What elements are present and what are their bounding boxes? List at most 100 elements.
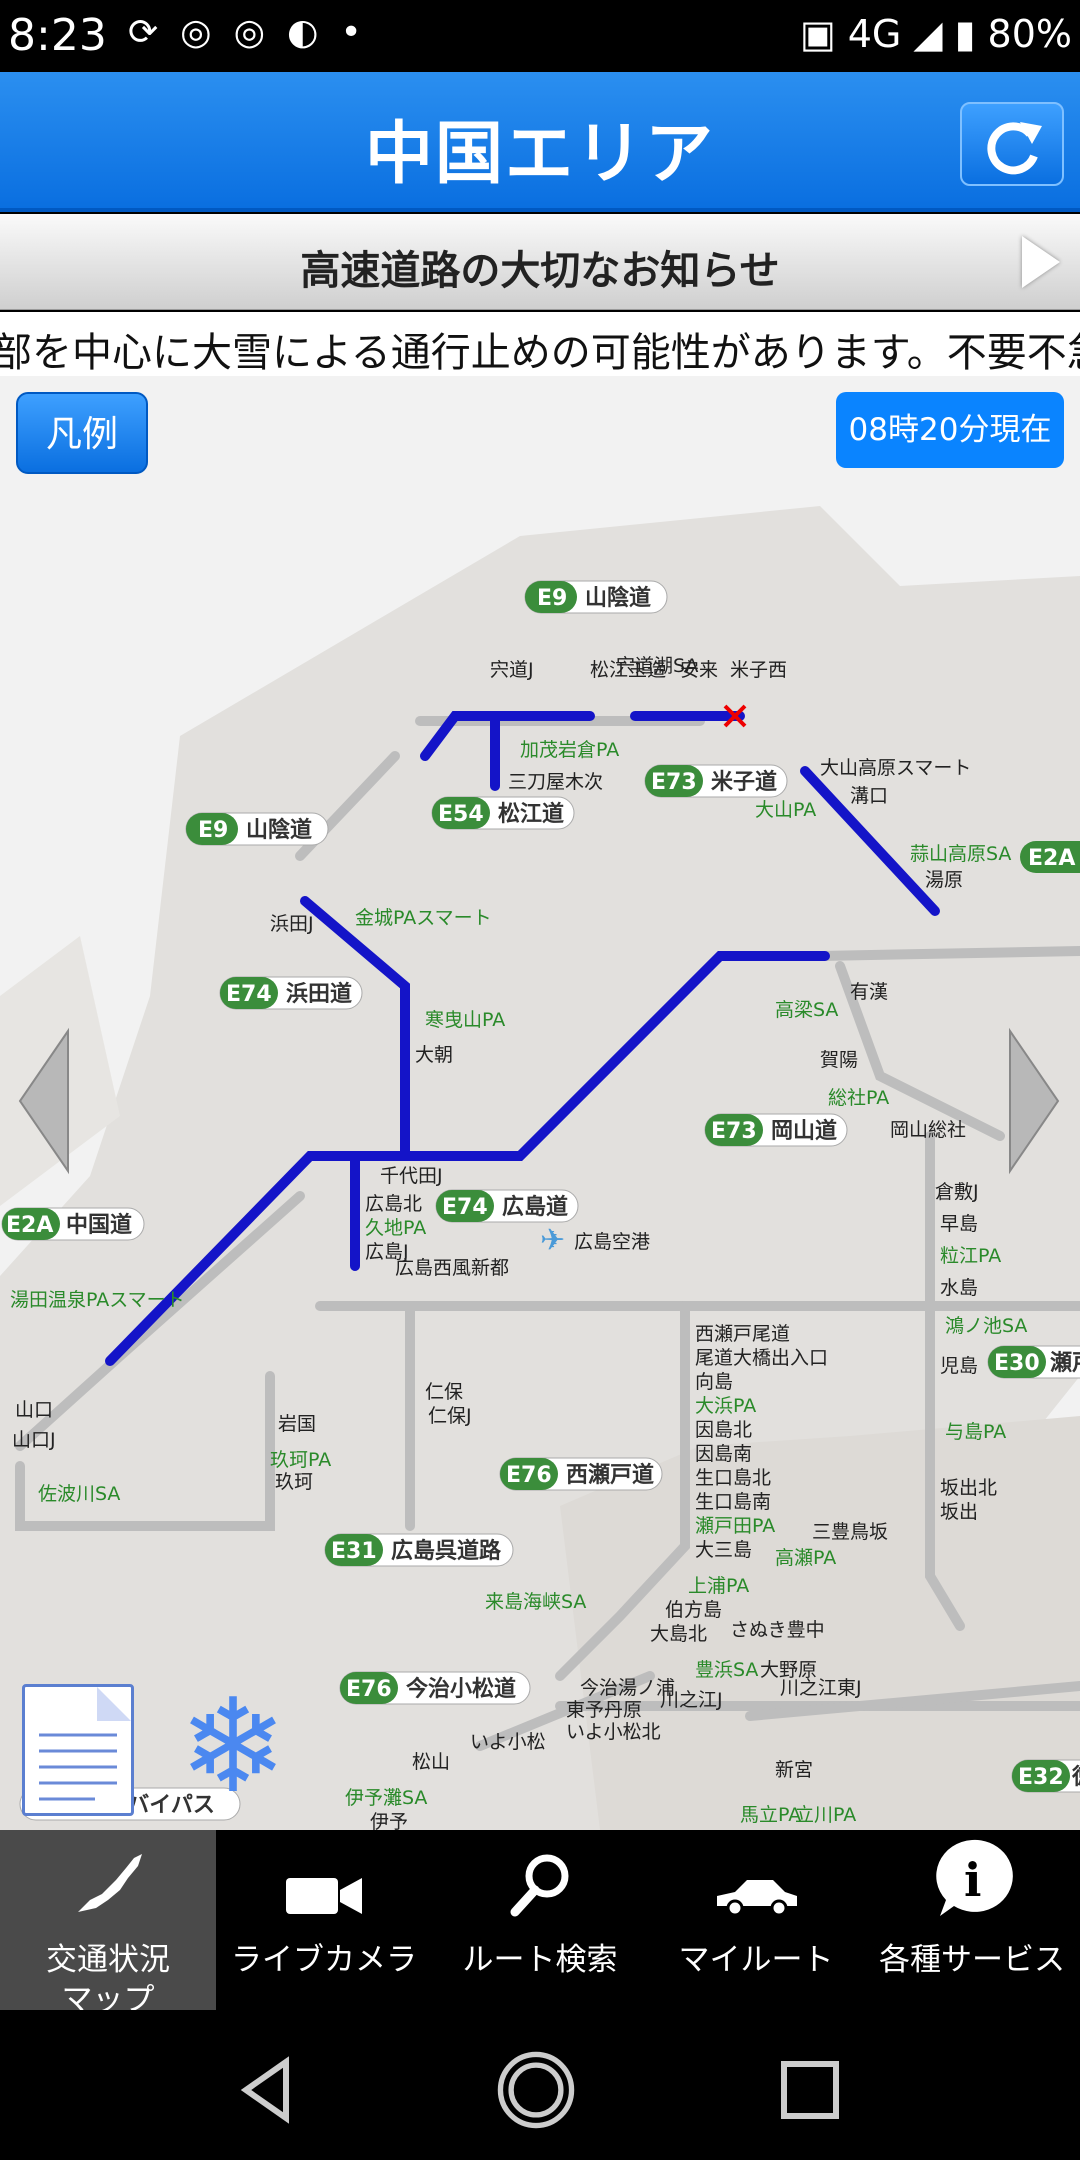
car-icon: [648, 1830, 864, 1920]
instagram-icon: ◎: [180, 12, 212, 53]
svg-text:岡山道: 岡山道: [771, 1118, 837, 1144]
japan-map-icon: [0, 1830, 216, 1920]
magnifier-icon: [432, 1830, 648, 1920]
svg-text:坂出: 坂出: [940, 1501, 978, 1523]
status-time: 8:23: [8, 10, 107, 61]
svg-text:大山高原スマート: 大山高原スマート: [820, 757, 971, 779]
important-notice-banner[interactable]: 高速道路の大切なお知らせ: [0, 214, 1080, 310]
svg-text:寒曳山PA: 寒曳山PA: [425, 1009, 505, 1031]
notification-icons: ⟳ ◎ ◎ ◐ •: [128, 12, 362, 53]
svg-text:E9: E9: [198, 818, 228, 843]
svg-text:倉敷J: 倉敷J: [935, 1181, 979, 1203]
status-bar: 8:23 ⟳ ◎ ◎ ◐ • ▣ 4G ◢ ▮ 80%: [0, 0, 1080, 72]
info-icon: i: [864, 1830, 1080, 1920]
nav-live-camera-label: ライブカメラ: [231, 1942, 417, 1978]
back-icon[interactable]: [228, 2050, 308, 2130]
svg-text:鴻ノ池SA: 鴻ノ池SA: [945, 1315, 1027, 1337]
refresh-button[interactable]: [960, 102, 1064, 186]
svg-text:山口J: 山口J: [12, 1429, 56, 1451]
svg-text:生口島南: 生口島南: [695, 1491, 771, 1513]
svg-text:広島道: 広島道: [502, 1194, 568, 1220]
chevron-right-icon: [1022, 236, 1060, 288]
ticker-text: 部を中心に大雪による通行止めの可能性があります。不要不急: [0, 330, 1080, 376]
svg-text:千代田J: 千代田J: [380, 1165, 443, 1187]
svg-text:湯田温泉PAスマート: 湯田温泉PAスマート: [10, 1289, 185, 1311]
svg-text:E73: E73: [651, 770, 697, 795]
svg-text:広島空港: 広島空港: [574, 1231, 650, 1253]
svg-text:安来: 安来: [680, 659, 718, 681]
svg-text:新宮: 新宮: [775, 1759, 813, 1781]
svg-text:瀬戸田PA: 瀬戸田PA: [695, 1515, 775, 1537]
svg-text:伊予: 伊予: [370, 1811, 408, 1830]
svg-text:早島: 早島: [940, 1213, 978, 1235]
svg-text:浜田道: 浜田道: [286, 981, 352, 1007]
svg-text:高梁SA: 高梁SA: [775, 999, 838, 1021]
svg-text:米子道: 米子道: [711, 769, 777, 795]
nav-live-camera[interactable]: ライブカメラ: [216, 1830, 432, 2010]
page-title: 中国エリア: [364, 115, 715, 194]
snowflake-icon[interactable]: ❄: [168, 1676, 298, 1816]
svg-text:西瀬戸道: 西瀬戸道: [566, 1462, 654, 1488]
battery-level: 80%: [987, 12, 1072, 56]
svg-text:E74: E74: [226, 982, 272, 1007]
svg-text:馬立PA: 馬立PA: [740, 1804, 801, 1826]
svg-text:仁保J: 仁保J: [428, 1405, 472, 1427]
svg-text:山陰道: 山陰道: [246, 817, 312, 843]
svg-text:米子西: 米子西: [730, 659, 787, 681]
svg-text:広島呉道路: 広島呉道路: [391, 1538, 502, 1564]
document-icon[interactable]: [22, 1684, 134, 1816]
update-time-label: 08時20分現在: [836, 392, 1064, 468]
svg-text:瀬戸: 瀬戸: [1050, 1351, 1080, 1376]
svg-text:仁保: 仁保: [425, 1381, 463, 1403]
traffic-map[interactable]: E9 山陰道 E54 松江道 E73 米子道 E9 山陰道 E74 浜田道 E73 岡山道 …: [0, 376, 1080, 1830]
notice-title: 高速道路の大切なお知らせ: [300, 248, 780, 294]
svg-text:立川PA: 立川PA: [795, 1804, 856, 1826]
svg-text:西瀬戸尾道: 西瀬戸尾道: [695, 1323, 790, 1345]
svg-text:E74: E74: [442, 1195, 488, 1220]
home-icon[interactable]: [496, 2050, 576, 2130]
svg-text:溝口: 溝口: [850, 785, 888, 807]
system-navigation-bar: [0, 2010, 1080, 2160]
news-ticker[interactable]: 部を中心に大雪による通行止めの可能性があります。不要不急: [0, 312, 1080, 376]
svg-text:E30: E30: [994, 1351, 1040, 1376]
svg-text:広島北: 広島北: [365, 1193, 422, 1215]
svg-text:因島北: 因島北: [695, 1419, 752, 1441]
svg-text:大朝: 大朝: [415, 1044, 453, 1066]
map-canvas[interactable]: E9 山陰道 E54 松江道 E73 米子道 E9 山陰道 E74 浜田道 E73 岡山道 …: [0, 376, 1080, 1830]
svg-text:i: i: [964, 1853, 981, 1907]
svg-text:東予丹原: 東予丹原: [566, 1699, 642, 1721]
svg-text:岡山総社: 岡山総社: [890, 1119, 966, 1141]
refresh-icon: [987, 122, 1042, 175]
nav-route-search-label: ルート検索: [462, 1942, 618, 1978]
svg-text:因島南: 因島南: [695, 1443, 752, 1465]
svg-text:玖珂: 玖珂: [275, 1471, 313, 1493]
svg-text:三刀屋木次: 三刀屋木次: [508, 771, 603, 793]
svg-text:伯方島: 伯方島: [665, 1599, 722, 1621]
svg-text:宍道J: 宍道J: [490, 659, 534, 681]
svg-text:蒜山高原SA: 蒜山高原SA: [910, 843, 1011, 865]
svg-text:尾道大橋出入口: 尾道大橋出入口: [695, 1347, 828, 1369]
svg-text:E31: E31: [331, 1539, 377, 1564]
svg-text:大三島: 大三島: [695, 1539, 752, 1561]
svg-text:E9: E9: [537, 586, 567, 611]
svg-text:伊予灘SA: 伊予灘SA: [345, 1787, 427, 1809]
recents-icon[interactable]: [770, 2050, 850, 2130]
title-bar: 中国エリア: [0, 72, 1080, 212]
dot-icon: •: [340, 12, 362, 53]
nav-my-route-label: マイルート: [678, 1942, 834, 1978]
svg-text:E32: E32: [1018, 1765, 1064, 1790]
nav-my-route[interactable]: マイルート: [648, 1830, 864, 2010]
svg-text:今治小松道: 今治小松道: [406, 1676, 516, 1702]
nav-traffic-map-line1: 交通状況: [46, 1942, 170, 1978]
svg-text:川之江東J: 川之江東J: [780, 1677, 862, 1699]
svg-text:与島PA: 与島PA: [945, 1421, 1006, 1443]
legend-button[interactable]: 凡例: [16, 392, 148, 474]
nav-services-label: 各種サービス: [879, 1942, 1065, 1978]
svg-text:加茂岩倉PA: 加茂岩倉PA: [520, 739, 619, 761]
nav-route-search[interactable]: ルート検索: [432, 1830, 648, 2010]
svg-text:大島北: 大島北: [650, 1623, 707, 1645]
video-camera-icon: [216, 1830, 432, 1920]
nav-traffic-map[interactable]: 交通状況 マップ: [0, 1830, 216, 2018]
battery-icon: ▮: [954, 12, 976, 56]
nav-services[interactable]: i 各種サービス: [864, 1830, 1080, 2010]
